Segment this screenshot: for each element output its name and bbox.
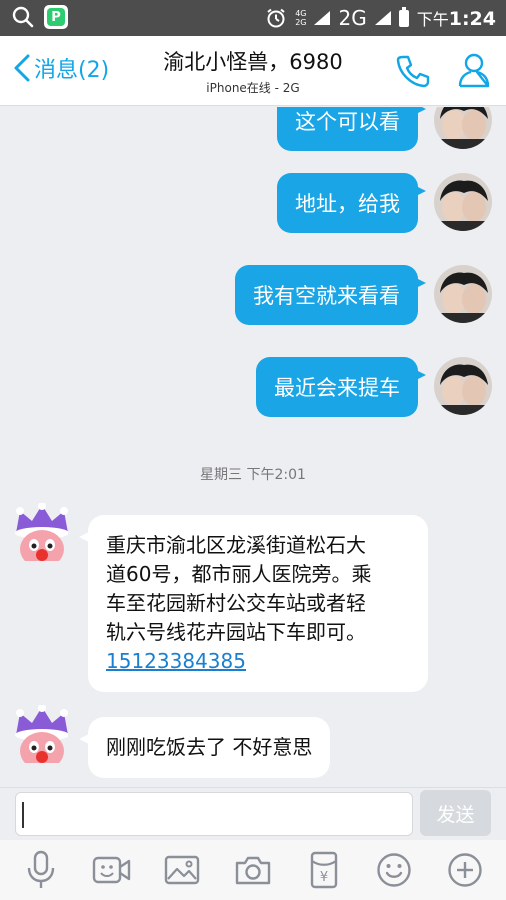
svg-text:¥: ¥ [319,870,327,885]
chat-header: 消息(2) 渝北小怪兽，6980 iPhone在线 - 2G [0,36,506,106]
more-button[interactable] [441,846,489,894]
bottom-toolbar: ¥ [0,840,506,900]
message-row: 地址，给我 [112,173,492,237]
video-call-button[interactable] [88,846,136,894]
call-button[interactable] [395,54,431,92]
address-line-1: 重庆市渝北区龙溪街道松石大 [106,533,366,557]
message-row: 我有空就来看看 [112,265,492,329]
message-bubble-outgoing[interactable]: 最近会来提车 [256,357,426,417]
red-packet-button[interactable]: ¥ [300,846,348,894]
contact-avatar[interactable] [10,503,68,561]
phone-number-link[interactable]: 15123384385 [106,647,410,676]
alarm-icon [267,8,285,28]
clock-time: 1:24 [448,8,496,30]
message-row: 最近会来提车 [112,357,492,421]
phone-icon [396,55,430,88]
my-avatar[interactable] [434,173,492,231]
status-left: P [12,5,68,29]
battery-icon [398,6,409,27]
status-right: 4G 2G 2G 下午1:24 [265,0,496,36]
image-icon [165,855,200,885]
time-divider: 星期三 下午2:01 [200,467,306,483]
network-bottom-label: 2G [295,18,307,27]
message-bubble-outgoing[interactable]: 这个可以看 [277,107,426,151]
my-avatar[interactable] [434,107,492,149]
my-avatar[interactable] [434,357,492,415]
address-line-4: 轨六号线花卉园站下车即可。 [106,620,366,644]
plus-icon [447,853,482,887]
status-bar: P 4G 2G 2G 下午1:24 [0,0,506,36]
message-input[interactable] [15,792,413,836]
camera-button[interactable] [229,846,277,894]
contact-avatar[interactable] [10,705,68,763]
input-bar: 发送 [0,787,506,840]
message-row: 这个可以看 [112,107,492,155]
person-icon [458,53,490,88]
clock-prefix: 下午 [416,10,449,29]
network-top-label: 4G [295,9,307,18]
address-line-2: 道60号，都市丽人医院旁。乘 [106,562,372,586]
video-icon [92,856,131,884]
parking-app-icon: P [44,5,68,29]
send-button[interactable]: 发送 [420,790,491,836]
emoji-button[interactable] [370,846,418,894]
profile-button[interactable] [457,52,491,92]
mic-icon [28,850,55,888]
camera-icon [235,856,271,885]
signal-icon-2 [374,11,391,25]
chat-area[interactable]: 这个可以看 地址，给我 我有空就来看看 最近会来提车 星期三 下午2:01 重庆… [0,107,506,787]
voice-button[interactable] [17,846,65,894]
clock: 下午1:24 [417,6,496,30]
search-icon [12,6,34,28]
emoji-icon [377,853,411,887]
message-bubble-incoming[interactable]: 重庆市渝北区龙溪街道松石大 道60号，都市丽人医院旁。乘 车至花园新村公交车站或… [79,515,428,692]
red-packet-icon: ¥ [310,851,337,889]
message-bubble-outgoing[interactable]: 地址，给我 [277,173,426,233]
photo-button[interactable] [158,846,206,894]
message-bubble-incoming[interactable]: 刚刚吃饭去了 不好意思 [78,717,331,778]
address-line-3: 车至花园新村公交车站或者轻 [106,591,366,615]
signal-icon [314,11,331,25]
message-bubble-outgoing[interactable]: 我有空就来看看 [235,265,426,325]
my-avatar[interactable] [434,265,492,323]
network-indicator: 4G 2G [295,9,306,27]
text-caret [22,802,24,828]
network-type-label: 2G [338,6,367,30]
